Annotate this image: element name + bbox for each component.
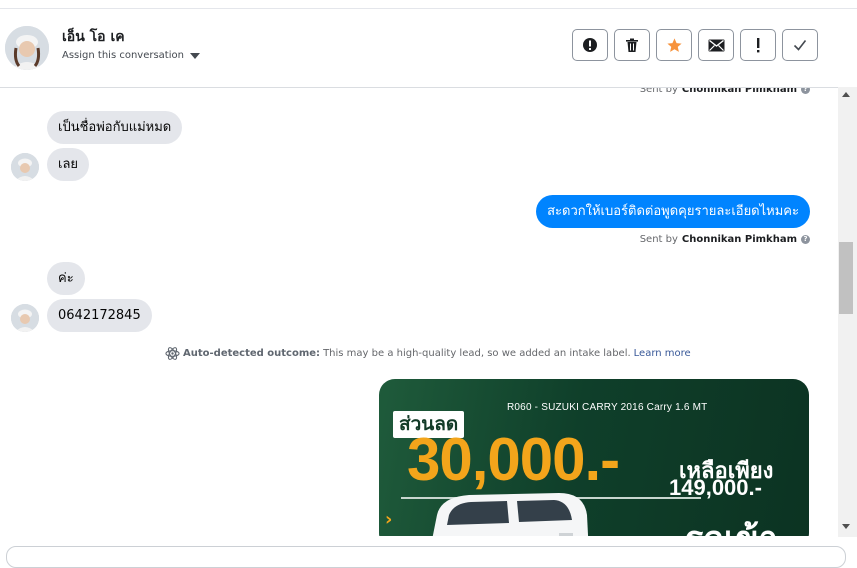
mark-spam-button[interactable]	[572, 29, 608, 61]
contact-name[interactable]: เอ็น โอ เค	[62, 26, 125, 48]
contact-avatar-small[interactable]	[11, 153, 39, 181]
conversation-header: เอ็น โอ เค Assign this conversation	[0, 9, 838, 88]
delete-button[interactable]	[614, 29, 650, 61]
outcome-label: Auto-detected outcome:	[183, 348, 321, 359]
contact-avatar-small[interactable]	[11, 304, 39, 332]
caret-down-icon	[189, 52, 200, 59]
ad-tail-text: รถเข้า	[685, 511, 778, 536]
star-button[interactable]	[656, 29, 692, 61]
help-icon[interactable]: ?	[801, 235, 810, 244]
message-incoming[interactable]: เป็นชื่อพ่อกับแม่หมด	[47, 111, 183, 144]
help-icon[interactable]: ?	[801, 88, 810, 94]
shared-ad-image[interactable]: R060 - SUZUKI CARRY 2016 Carry 1.6 MT ส่…	[379, 379, 809, 536]
learn-more-link[interactable]: Learn more	[634, 348, 691, 359]
message-incoming[interactable]: 0642172845	[47, 299, 152, 332]
scrollbar-thumb[interactable]	[839, 242, 853, 314]
atom-icon	[165, 347, 180, 360]
assign-label: Assign this conversation	[62, 50, 184, 61]
message-composer[interactable]	[6, 546, 846, 568]
outcome-text: This may be a high-quality lead, so we a…	[323, 348, 631, 359]
ad-title: R060 - SUZUKI CARRY 2016 Carry 1.6 MT	[507, 402, 708, 413]
mark-unread-button[interactable]	[698, 29, 734, 61]
star-icon	[666, 37, 682, 52]
exclamation-circle-icon	[583, 38, 597, 52]
message-incoming[interactable]: ค่ะ	[47, 262, 85, 295]
message-incoming[interactable]: เลย	[47, 148, 90, 181]
conversation-thread: Sent by Chonnikan Pimkham ? เป็นชื่อพ่อก…	[0, 88, 838, 536]
sent-by-label: Sent by Chonnikan Pimkham ?	[640, 234, 810, 245]
scroll-up-arrow-icon[interactable]	[842, 92, 850, 97]
auto-detected-outcome: Auto-detected outcome: This may be a hig…	[165, 346, 691, 361]
trash-icon	[626, 38, 638, 52]
mark-done-button[interactable]	[782, 29, 818, 61]
header-actions	[572, 29, 818, 61]
scroll-down-arrow-icon[interactable]	[842, 524, 850, 529]
message-outgoing[interactable]: สะดวกให้เบอร์ติดต่อพูดคุยรายละเอียดไหมคะ	[536, 195, 810, 228]
checkmark-icon	[793, 40, 807, 51]
contact-avatar[interactable]	[5, 26, 49, 70]
sent-by-label: Sent by Chonnikan Pimkham ?	[640, 88, 810, 95]
truck-icon	[432, 493, 589, 536]
follow-up-button[interactable]	[740, 29, 776, 61]
envelope-icon	[708, 39, 724, 51]
assign-conversation-dropdown[interactable]: Assign this conversation	[62, 50, 200, 61]
chevron-right-icon: ›	[385, 509, 393, 530]
exclamation-icon	[757, 38, 760, 53]
top-strip	[0, 0, 857, 9]
